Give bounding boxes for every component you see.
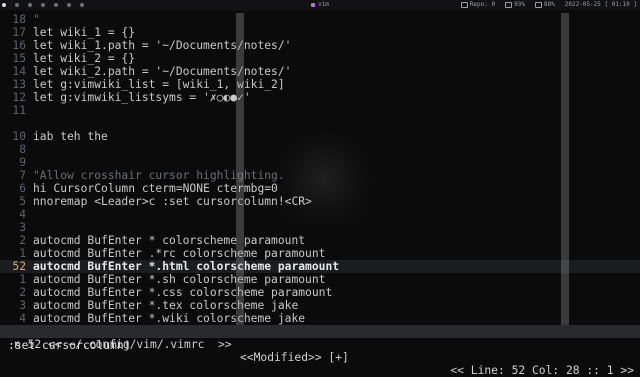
buffer-line[interactable]: 9 — [0, 156, 640, 169]
memory-indicator: 93% — [505, 0, 525, 10]
buffer-line[interactable]: 2 autocmd BufEnter * colorscheme paramoun… — [0, 234, 640, 247]
buffer-line[interactable]: 17 let wiki_1 = {} — [0, 26, 640, 39]
line-text[interactable]: let wiki_2 = {} — [33, 52, 135, 65]
line-text[interactable]: let wiki_1.path = '~/Documents/notes/' — [33, 39, 291, 52]
line-text[interactable]: let g:vimwiki_listsyms = '✗○◐●✓' — [33, 91, 251, 104]
command-line[interactable]: :set cursorcolumn! — [0, 339, 640, 352]
battery-icon — [534, 1, 542, 8]
buffer-line[interactable]: 11 — [0, 104, 640, 117]
buffer-line[interactable]: 16 let wiki_1.path = '~/Documents/notes/' — [0, 39, 640, 52]
line-number: 1 — [19, 247, 26, 260]
app-icon — [311, 2, 316, 7]
line-number: 12 — [12, 91, 26, 104]
current-line[interactable]: 52 autocmd BufEnter *.html colorscheme pa… — [0, 260, 640, 273]
status-position: << Line: 52 Col: 28 :: 1 >> — [450, 364, 634, 377]
buffer-line[interactable]: 13 let g:vimwiki_list = [wiki_1, wiki_2] — [0, 78, 640, 91]
line-number: 10 — [12, 130, 26, 143]
buffer-line[interactable]: 6 hi CursorColumn cterm=NONE ctermbg=0 — [0, 182, 640, 195]
line-number: 52 — [12, 260, 26, 273]
line-number: 9 — [19, 156, 26, 169]
status-line: n 52 << ~/.config/vim/.vimrc >> <<Modifi… — [0, 325, 640, 377]
line-text[interactable]: autocmd BufEnter *.sh colorscheme paramo… — [33, 273, 325, 286]
editor-buffer[interactable]: 18 " 17 let wiki_1 = {} 16 let wiki_1.path … — [0, 13, 640, 325]
line-text[interactable]: let wiki_2.path = '~/Documents/notes/' — [33, 65, 291, 78]
buffer-line[interactable]: 18 " — [0, 13, 640, 26]
memory-icon — [505, 1, 513, 8]
battery-indicator: 88% — [534, 0, 555, 10]
buffer-line[interactable]: 4 autocmd BufEnter *.wiki colorscheme jak… — [0, 312, 640, 325]
line-text[interactable]: "Allow crosshair cursor highlighting. — [33, 169, 285, 182]
line-text[interactable]: autocmd BufEnter *.css colorscheme param… — [33, 286, 332, 299]
system-tray: Repo: 0 93% 88% 2022-05-25 [ 01:10 ] — [460, 0, 637, 10]
buffer-line[interactable]: 12 let g:vimwiki_listsyms = '✗○◐●✓' — [0, 91, 640, 104]
line-text[interactable]: let wiki_1 = {} — [33, 26, 135, 39]
line-number: 3 — [19, 221, 26, 234]
cursor-column — [236, 13, 244, 325]
line-number: 17 — [12, 26, 26, 39]
line-number: 4 — [19, 312, 26, 325]
line-text[interactable]: " — [33, 13, 40, 26]
line-text[interactable]: autocmd BufEnter * colorscheme paramount — [33, 234, 305, 247]
buffer-line[interactable]: 3 autocmd BufEnter *.tex colorscheme jake — [0, 299, 640, 312]
buffer-line[interactable]: 5 nnoremap <Leader>c :set cursorcolumn!<C… — [0, 195, 640, 208]
line-number: 4 — [19, 208, 26, 221]
buffer-line[interactable]: 14 let wiki_2.path = '~/Documents/notes/' — [0, 65, 640, 78]
buffer-line[interactable]: 2 autocmd BufEnter *.css colorscheme para… — [0, 286, 640, 299]
repo-icon — [460, 1, 468, 8]
buffer-line[interactable]: 10 iab teh the — [0, 130, 640, 143]
buffer-line[interactable]: 4 — [0, 208, 640, 221]
buffer-line[interactable]: 1 autocmd BufEnter .*rc colorscheme param… — [0, 247, 640, 260]
buffer-line[interactable]: 15 let wiki_2 = {} — [0, 52, 640, 65]
line-text[interactable]: autocmd BufEnter .*rc colorscheme paramo… — [33, 247, 325, 260]
clock: 2022-05-25 [ 01:10 ] — [564, 1, 637, 8]
line-text[interactable]: iab teh the — [33, 130, 108, 143]
line-number: 18 — [12, 13, 26, 26]
line-number: 6 — [19, 182, 26, 195]
line-number: 7 — [19, 169, 26, 182]
line-text[interactable]: autocmd BufEnter *.wiki colorscheme jake — [33, 312, 305, 325]
line-number: 16 — [12, 39, 26, 52]
line-text[interactable]: let g:vimwiki_list = [wiki_1, wiki_2] — [33, 78, 285, 91]
buffer-line[interactable]: 8 — [0, 143, 640, 156]
top-panel: vim Repo: 0 93% 88% 2022-05-25 [ 01:10 ] — [0, 0, 640, 10]
line-number: 5 — [19, 195, 26, 208]
line-number: 1 — [19, 273, 26, 286]
line-text[interactable]: autocmd BufEnter *.html colorscheme para… — [33, 260, 339, 273]
status-modified: <<Modified>> [+] — [240, 351, 349, 364]
repo-indicator: Repo: 0 — [460, 0, 495, 10]
color-column — [561, 13, 569, 325]
line-text[interactable]: autocmd BufEnter *.tex colorscheme jake — [33, 299, 298, 312]
line-number: 13 — [12, 78, 26, 91]
line-number: 15 — [12, 52, 26, 65]
buffer-line[interactable]: 3 — [0, 221, 640, 234]
buffer-line[interactable]: 7 "Allow crosshair cursor highlighting. — [0, 169, 640, 182]
line-text[interactable]: nnoremap <Leader>c :set cursorcolumn!<CR… — [33, 195, 312, 208]
line-number: 2 — [19, 286, 26, 299]
line-number: 14 — [12, 65, 26, 78]
line-number: 2 — [19, 234, 26, 247]
line-number: 11 — [12, 104, 26, 117]
line-number: 3 — [19, 299, 26, 312]
line-number: 8 — [19, 143, 26, 156]
buffer-line[interactable]: 1 autocmd BufEnter *.sh colorscheme param… — [0, 273, 640, 286]
